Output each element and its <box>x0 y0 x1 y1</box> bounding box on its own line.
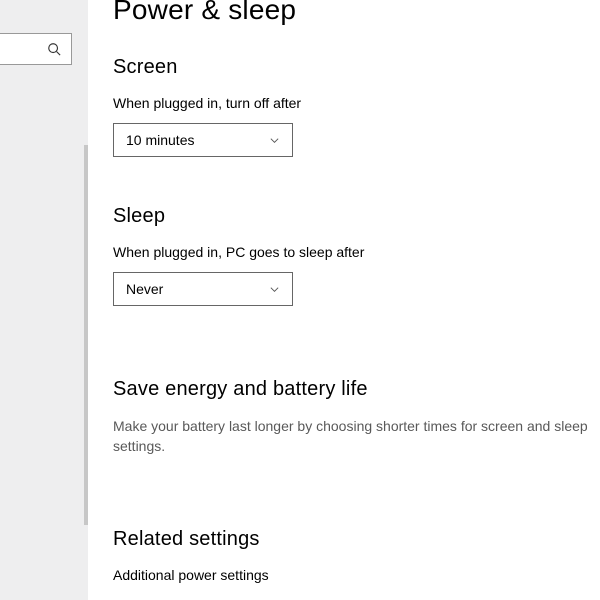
screen-heading: Screen <box>113 56 600 79</box>
page-title: Power & sleep <box>113 0 600 26</box>
chevron-down-icon <box>269 135 280 146</box>
screen-plugged-value: 10 minutes <box>126 132 194 148</box>
screen-plugged-label: When plugged in, turn off after <box>113 95 600 111</box>
sleep-heading: Sleep <box>113 205 600 228</box>
active-nav-indicator <box>84 145 88 525</box>
related-heading: Related settings <box>113 528 600 551</box>
energy-body: Make your battery last longer by choosin… <box>113 417 598 456</box>
sleep-plugged-dropdown[interactable]: Never <box>113 272 293 306</box>
sleep-plugged-value: Never <box>126 281 163 297</box>
chevron-down-icon <box>269 284 280 295</box>
sleep-plugged-label: When plugged in, PC goes to sleep after <box>113 244 600 260</box>
main-content: Power & sleep Screen When plugged in, tu… <box>88 0 600 600</box>
additional-power-settings-link[interactable]: Additional power settings <box>113 567 600 583</box>
screen-plugged-dropdown[interactable]: 10 minutes <box>113 123 293 157</box>
energy-heading: Save energy and battery life <box>113 378 600 401</box>
search-icon <box>47 42 61 56</box>
sidebar <box>0 0 88 600</box>
search-input[interactable] <box>0 33 72 65</box>
